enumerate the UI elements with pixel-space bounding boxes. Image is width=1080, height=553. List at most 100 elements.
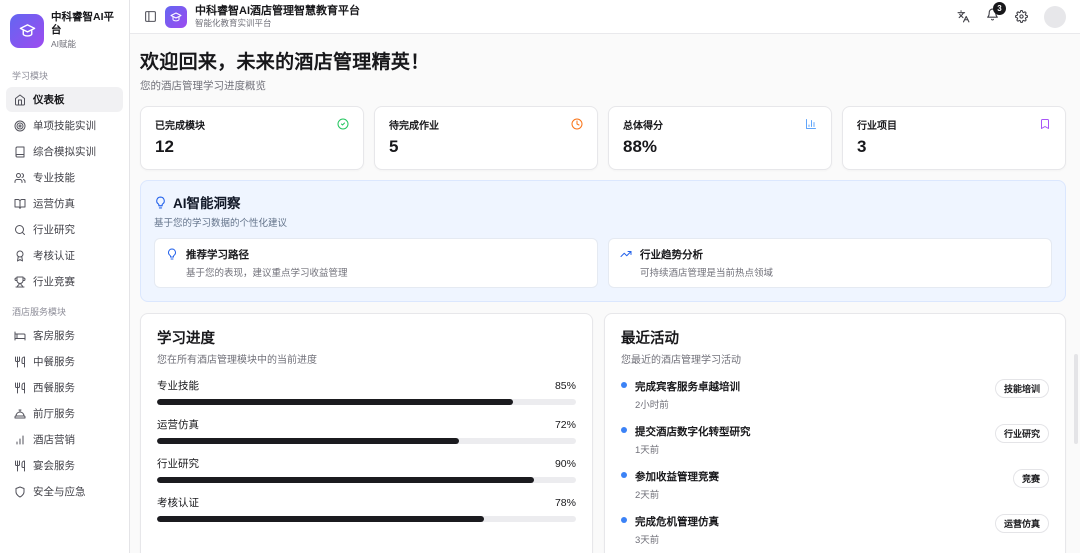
stat-card[interactable]: 已完成模块 12 [140,106,364,170]
ai-card-title: 推荐学习路径 [186,249,249,261]
lightbulb-icon [166,248,178,260]
bookmark-icon [1039,118,1051,130]
ai-card-description: 基于您的表现，建议重点学习收益管理 [186,268,348,279]
sidebar-item-label: 专业技能 [33,172,75,185]
sidebar-brand-title: 中科睿智AI平台 [51,11,114,37]
activity-item: 完成危机管理仿真 3天前 运营仿真 [620,514,1049,546]
activity-title: 提交酒店数字化转型研究 [634,426,751,438]
ai-insight-card[interactable]: 行业趋势分析 可持续酒店管理是当前热点领域 [608,238,1052,288]
utensils-icon [14,356,26,368]
sidebar-item[interactable]: 综合模拟实训 [6,139,123,164]
user-avatar[interactable] [1044,5,1066,28]
activity-title: 参加收益管理竞赛 [634,471,719,483]
ai-insight-card[interactable]: 推荐学习路径 基于您的表现，建议重点学习收益管理 [154,238,598,288]
brand-logo-icon [10,13,44,48]
stat-value: 3 [857,137,867,156]
progress-row: 专业技能 85% [157,378,576,405]
sidebar-item[interactable]: 客房服务 [6,323,123,348]
sidebar-item-label: 运营仿真 [33,198,75,211]
ai-insights-panel: AI智能洞察 基于您的学习数据的个性化建议 推荐学习路径 基于您的表现，建议重点… [140,180,1066,302]
sidebar-item-label: 单项技能实训 [33,120,96,133]
progress-bar-fill [157,399,514,405]
sidebar-nav-services: 客房服务 中餐服务 西餐服务 前厅服务 酒店营销 宴会服务 安全与应急 [0,322,129,505]
settings-icon[interactable] [1015,10,1028,23]
sidebar-item[interactable]: 宴会服务 [6,453,123,478]
sidebar-item[interactable]: 考核认证 [6,243,123,268]
header-logo [165,5,187,28]
header-actions: 3 [957,1,1066,28]
stat-label: 总体得分 [623,121,663,132]
scrollbar-thumb[interactable] [1074,354,1078,444]
users-icon [14,172,26,184]
trending-up-icon [620,248,632,260]
ai-card-title: 行业趋势分析 [640,249,703,261]
ai-insights-title: AI智能洞察 [173,196,241,211]
stat-label: 已完成模块 [155,121,205,132]
notification-badge: 3 [993,1,1006,15]
sidebar-item[interactable]: 西餐服务 [6,375,123,400]
progress-row: 考核认证 78% [157,495,576,522]
lightbulb-icon [154,196,167,209]
sidebar-item[interactable]: 安全与应急 [6,479,123,504]
sidebar-item[interactable]: 酒店营销 [6,427,123,452]
sidebar-item-label: 宴会服务 [33,460,75,473]
app-window: 中科睿智AI平台 AI赋能 学习模块 仪表板 单项技能实训 综合模拟实训 专业技… [0,0,1080,553]
award-icon [14,250,26,262]
progress-bar-track [157,516,576,522]
sidebar-item-label: 仪表板 [33,94,65,107]
sidebar-toggle-icon[interactable] [144,10,157,23]
clock-icon [571,118,583,130]
bed-icon [14,330,26,342]
sidebar-item-label: 综合模拟实训 [33,146,96,159]
sidebar-item[interactable]: 行业竞赛 [6,269,123,294]
header: 中科睿智AI酒店管理智慧教育平台 智能化教育实训平台 3 [130,0,1080,34]
sidebar-section-label-learning: 学习模块 [12,71,49,82]
progress-label: 考核认证 [157,497,199,509]
activity-badge: 运营仿真 [994,514,1049,533]
activity-time: 3天前 [634,535,660,546]
activity-time: 2天前 [634,490,660,501]
stat-card[interactable]: 总体得分 88% [608,106,832,170]
recent-activity-title: 最近活动 [620,331,679,347]
target-icon [14,120,26,132]
graduation-cap-icon [170,11,182,23]
progress-label: 行业研究 [157,458,199,470]
sidebar-section-label-services: 酒店服务模块 [12,307,67,318]
page-subtitle: 您的酒店管理学习进度概览 [140,80,266,92]
sidebar-item[interactable]: 专业技能 [6,165,123,190]
home-icon [14,94,26,106]
sidebar-item[interactable]: 单项技能实训 [6,113,123,138]
stat-label: 行业项目 [857,121,897,132]
notifications-button[interactable]: 3 [986,1,1006,26]
sidebar-item[interactable]: 前厅服务 [6,401,123,426]
stat-card[interactable]: 待完成作业 5 [374,106,598,170]
bar-chart-3-icon [805,118,817,130]
header-subtitle: 智能化教育实训平台 [195,18,272,28]
book-icon [14,146,26,158]
sidebar-item[interactable]: 仪表板 [6,87,123,113]
progress-row: 行业研究 90% [157,456,576,483]
progress-bar-fill [157,516,484,522]
sidebar-item[interactable]: 行业研究 [6,217,123,242]
stat-value: 5 [389,137,399,156]
sidebar-item-label: 安全与应急 [33,486,86,499]
recent-activity-card: 最近活动 您最近的酒店管理学习活动 完成宾客服务卓越培训 2小时前 技能培训 提… [603,313,1066,553]
search-icon [14,224,26,236]
bell-ring-icon [14,408,26,420]
language-icon[interactable] [957,10,970,23]
sidebar-item[interactable]: 运营仿真 [6,191,123,216]
sidebar: 中科睿智AI平台 AI赋能 学习模块 仪表板 单项技能实训 综合模拟实训 专业技… [0,0,130,553]
activity-time: 2小时前 [634,400,669,411]
activity-item: 提交酒店数字化转型研究 1天前 行业研究 [620,424,1049,456]
bar-chart-icon [14,434,26,446]
progress-value: 78% [554,497,576,509]
progress-bar-track [157,399,576,405]
progress-bar-fill [157,477,535,483]
progress-value: 90% [554,458,576,470]
sidebar-item-label: 行业研究 [33,224,75,237]
stat-card[interactable]: 行业项目 3 [842,106,1066,170]
page-title: 欢迎回来，未来的酒店管理精英！ [140,52,430,73]
sidebar-item[interactable]: 中餐服务 [6,349,123,374]
progress-label: 专业技能 [157,380,199,392]
learning-progress-card: 学习进度 您在所有酒店管理模块中的当前进度 专业技能 85% 运营仿真 72% … [140,313,593,553]
